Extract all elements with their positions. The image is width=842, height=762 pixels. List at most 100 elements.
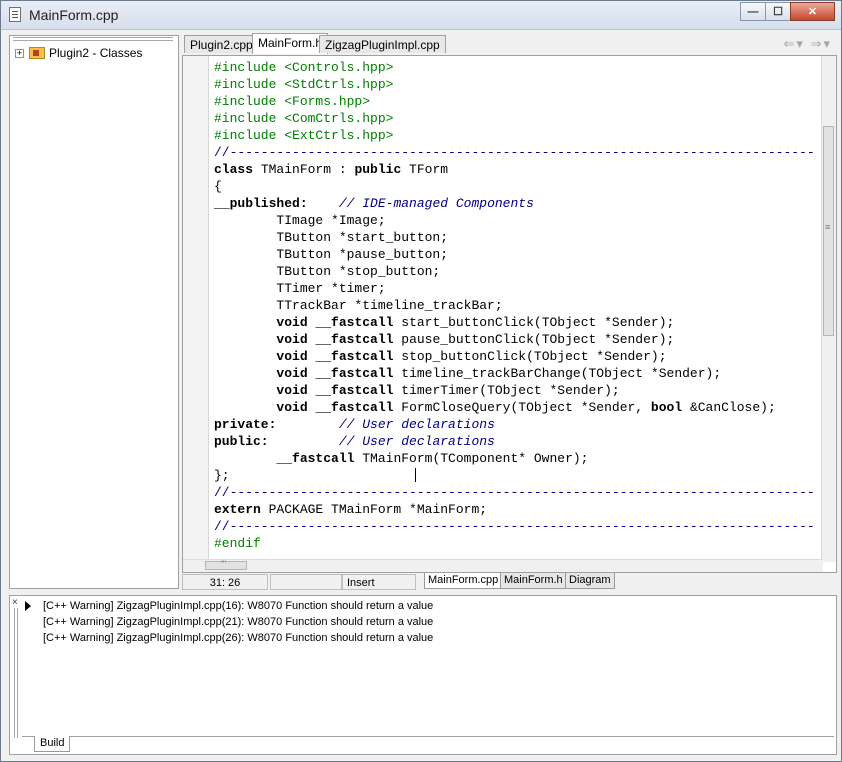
code-line[interactable]: #include <StdCtrls.hpp> xyxy=(214,76,815,93)
grip-icon: ≡ xyxy=(825,222,831,232)
code-line[interactable]: __published: // IDE-managed Components xyxy=(214,195,815,212)
code-line[interactable]: void __fastcall stop_buttonClick(TObject… xyxy=(214,348,815,365)
code-line[interactable]: TTrackBar *timeline_trackBar; xyxy=(214,297,815,314)
code-token: //--------------------------------------… xyxy=(214,485,815,500)
code-line[interactable]: }; xyxy=(214,467,815,484)
code-line[interactable]: #include <Forms.hpp> xyxy=(214,93,815,110)
code-line[interactable]: #endif xyxy=(214,535,815,552)
tab-mainform-h[interactable]: MainForm.h xyxy=(252,33,329,54)
code-token: void xyxy=(276,349,308,364)
minimize-button[interactable]: — xyxy=(740,2,766,21)
forward-arrow-icon[interactable]: ⇒ xyxy=(811,36,824,51)
tab-build[interactable]: Build xyxy=(34,736,71,752)
code-line[interactable]: void __fastcall timerTimer(TObject *Send… xyxy=(214,382,815,399)
code-token: timeline_trackBarChange(TObject *Sender)… xyxy=(393,366,722,381)
code-line[interactable]: TButton *pause_button; xyxy=(214,246,815,263)
code-line[interactable]: class TMainForm : public TForm xyxy=(214,161,815,178)
back-dropdown-icon[interactable]: ▾ xyxy=(796,36,805,51)
tree-item-label: Plugin2 - Classes xyxy=(49,46,143,60)
code-token: __published: xyxy=(214,196,308,211)
code-line[interactable]: //--------------------------------------… xyxy=(214,518,815,535)
code-line[interactable]: { xyxy=(214,178,815,195)
editor-status-bar: 31: 26 Insert MainForm.cpp MainForm.h Di… xyxy=(182,573,837,591)
close-button[interactable]: ✕ xyxy=(790,2,835,21)
tree-item-plugin2-classes[interactable]: + Plugin2 - Classes xyxy=(15,46,142,60)
code-line[interactable]: void __fastcall timeline_trackBarChange(… xyxy=(214,365,815,382)
code-line[interactable]: extern PACKAGE TMainForm *MainForm; xyxy=(214,501,815,518)
code-line[interactable]: void __fastcall FormCloseQuery(TObject *… xyxy=(214,399,815,416)
code-token: public xyxy=(354,162,402,177)
code-token: #include <ComCtrls.hpp> xyxy=(214,111,394,126)
window-title: MainForm.cpp xyxy=(29,7,119,23)
close-icon[interactable]: × xyxy=(12,597,18,608)
code-token: __fastcall xyxy=(315,315,394,330)
vertical-scroll-thumb[interactable]: ≡ xyxy=(823,126,834,336)
code-line[interactable]: #include <Controls.hpp> xyxy=(214,59,815,76)
code-line[interactable]: #include <ExtCtrls.hpp> xyxy=(214,127,815,144)
title-bar[interactable]: MainForm.cpp — ☐ ✕ xyxy=(1,1,841,30)
code-token: // IDE-managed Components xyxy=(338,196,534,211)
code-token: __fastcall xyxy=(315,349,394,364)
code-line[interactable]: TButton *stop_button; xyxy=(214,263,815,280)
code-token: bool xyxy=(650,400,683,415)
code-line[interactable]: void __fastcall pause_buttonClick(TObjec… xyxy=(214,331,815,348)
code-token: __fastcall xyxy=(315,383,394,398)
code-token: // User declarations xyxy=(338,434,495,449)
code-token: #include <ExtCtrls.hpp> xyxy=(214,128,394,143)
class-explorer-panel: + Plugin2 - Classes xyxy=(9,35,179,589)
panel-grip[interactable] xyxy=(13,36,173,42)
tab-mainform-cpp-view[interactable]: MainForm.cpp xyxy=(424,573,503,589)
code-token: TButton *stop_button; xyxy=(214,264,441,279)
code-token: TButton *pause_button; xyxy=(214,247,449,262)
tab-zigzagpluginimpl-cpp[interactable]: ZigzagPluginImpl.cpp xyxy=(319,35,446,53)
code-token: void xyxy=(276,383,308,398)
message-item[interactable]: [C++ Warning] ZigzagPluginImpl.cpp(21): … xyxy=(43,616,433,628)
code-line[interactable]: //--------------------------------------… xyxy=(214,484,815,501)
code-token: public: xyxy=(214,434,269,449)
code-token: #include <StdCtrls.hpp> xyxy=(214,77,394,92)
tab-mainform-h-view[interactable]: MainForm.h xyxy=(500,573,567,589)
back-arrow-icon[interactable]: ⇐ xyxy=(784,36,797,51)
tab-plugin2-cpp[interactable]: Plugin2.cpp xyxy=(184,35,259,53)
code-editor[interactable]: #include <Controls.hpp> #include <StdCtrl… xyxy=(182,55,837,573)
code-line[interactable]: __fastcall TMainForm(TComponent* Owner); xyxy=(214,450,815,467)
modified-indicator xyxy=(270,574,342,590)
code-area[interactable]: #include <Controls.hpp> #include <StdCtrl… xyxy=(214,59,815,552)
vertical-scrollbar[interactable]: ≡ xyxy=(821,56,836,562)
code-token: void xyxy=(276,332,308,347)
horizontal-scroll-thumb[interactable]: ''' xyxy=(205,559,247,570)
code-line[interactable]: void __fastcall start_buttonClick(TObjec… xyxy=(214,314,815,331)
navigation-arrows: ⇐▾ ⇒▾ xyxy=(784,36,833,52)
maximize-button[interactable]: ☐ xyxy=(765,2,791,21)
forward-dropdown-icon[interactable]: ▾ xyxy=(823,36,832,51)
code-line[interactable]: TButton *start_button; xyxy=(214,229,815,246)
code-token: //--------------------------------------… xyxy=(214,519,815,534)
tab-diagram-view[interactable]: Diagram xyxy=(565,573,615,589)
code-line[interactable]: //--------------------------------------… xyxy=(214,144,815,161)
window-controls: — ☐ ✕ xyxy=(740,2,835,21)
horizontal-scrollbar[interactable]: ''' xyxy=(183,559,823,572)
message-item[interactable]: [C++ Warning] ZigzagPluginImpl.cpp(16): … xyxy=(43,600,433,612)
insert-mode: Insert xyxy=(342,574,416,590)
code-token: __fastcall xyxy=(315,366,394,381)
message-item[interactable]: [C++ Warning] ZigzagPluginImpl.cpp(26): … xyxy=(43,632,433,644)
classes-folder-icon xyxy=(29,47,45,59)
code-line[interactable]: TImage *Image; xyxy=(214,212,815,229)
code-line[interactable]: TTimer *timer; xyxy=(214,280,815,297)
editor-gutter[interactable] xyxy=(183,56,209,562)
editor-tab-bar: Plugin2.cpp MainForm.h ZigzagPluginImpl.… xyxy=(184,33,836,55)
panel-grip[interactable] xyxy=(13,608,19,738)
code-token: pause_buttonClick(TObject *Sender); xyxy=(393,332,675,347)
code-token: void xyxy=(276,400,308,415)
expand-icon[interactable]: + xyxy=(15,48,24,58)
code-token: class xyxy=(214,162,254,177)
code-line[interactable]: private: // User declarations xyxy=(214,416,815,433)
code-line[interactable]: public: // User declarations xyxy=(214,433,815,450)
code-line[interactable]: #include <ComCtrls.hpp> xyxy=(214,110,815,127)
code-token: FormCloseQuery(TObject *Sender, xyxy=(393,400,651,415)
